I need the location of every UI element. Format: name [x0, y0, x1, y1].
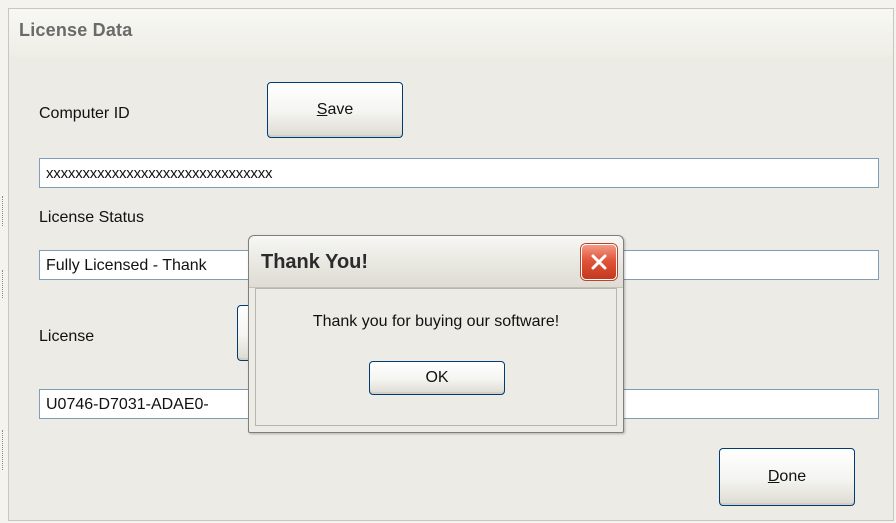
left-edge-dots [2, 196, 5, 226]
left-edge-dots-2 [2, 270, 5, 298]
done-button[interactable]: Done [719, 448, 855, 506]
dialog-message: Thank you for buying our software! [312, 313, 560, 330]
dialog-close-button[interactable] [581, 244, 617, 280]
license-status-label: License Status [39, 209, 144, 226]
left-edge-dots-3 [2, 430, 5, 470]
save-button-suffix: ave [327, 101, 354, 118]
dialog-titlebar[interactable]: Thank You! [249, 236, 623, 288]
ok-button[interactable]: OK [369, 361, 505, 395]
save-button[interactable]: Save [267, 82, 403, 138]
computer-id-label: Computer ID [39, 105, 130, 122]
done-button-mnemonic: D [767, 468, 780, 485]
groupbox-title: License Data [9, 9, 893, 57]
license-label: License [39, 328, 95, 345]
dialog-title: Thank You! [261, 251, 369, 273]
done-button-suffix: one [779, 468, 807, 485]
thank-you-dialog: Thank You! Thank you for buying our soft… [248, 235, 624, 433]
computer-id-field[interactable]: xxxxxxxxxxxxxxxxxxxxxxxxxxxxxxx [39, 158, 879, 188]
dialog-body: Thank you for buying our software! OK [255, 288, 617, 426]
save-button-mnemonic: S [316, 101, 328, 118]
close-x-icon [591, 254, 607, 270]
